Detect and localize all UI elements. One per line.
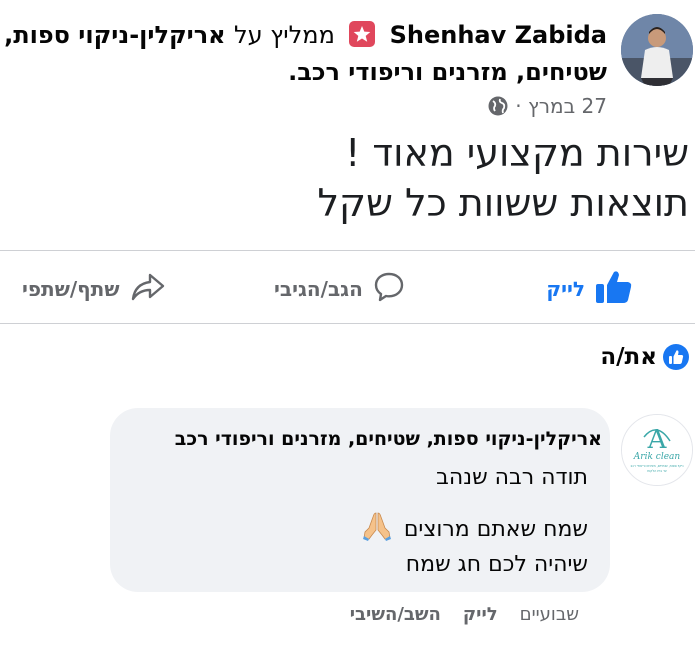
comment-time[interactable]: שבועיים [520, 598, 579, 632]
post-text-line: שירות מקצועי מאוד ! [345, 131, 689, 175]
logo-name: Arik clean [633, 452, 681, 462]
globe-icon [487, 95, 509, 124]
like-reaction-icon [663, 344, 689, 370]
recommend-star-icon [349, 21, 376, 47]
comment-reply-button[interactable]: השב/השיבי [350, 598, 441, 632]
like-label: לייק [546, 277, 585, 301]
page-name-link[interactable]: אריקלין-ניקוי ספות, [4, 21, 226, 49]
post-text-line: תוצאות ששוות כל שקל [317, 181, 689, 225]
post-header-line: Shenhav Zabida ממליץ על אריקלין-ניקוי ספ… [4, 18, 607, 52]
comment-like-button[interactable]: לייק [463, 598, 498, 632]
meta-separator: · [515, 94, 522, 118]
logo-tagline: ניקוי ספות, שטיחים, מזרנים וריפודי רכב [630, 464, 683, 468]
page-avatar[interactable]: A Arik clean ניקוי ספות, שטיחים, מזרנים … [621, 414, 693, 486]
comment-text-line: שמח שאתם מרוצים [361, 510, 588, 552]
comment-actions: שבועיים לייק השב/השיבי [350, 598, 579, 632]
reactors-label: את/ה [600, 344, 657, 370]
comment-icon [373, 271, 405, 308]
share-label: שתף/שתפי [22, 277, 120, 301]
post-meta: 27 במרץ · [483, 92, 607, 124]
recommends-text: ממליץ על [234, 21, 335, 49]
comment-text-line: תודה רבה שנהב [436, 465, 588, 490]
author-name[interactable]: Shenhav Zabida [390, 21, 607, 49]
like-button[interactable]: לייק [546, 266, 633, 312]
comment-label: הגב/הגיבי [274, 277, 363, 301]
folded-hands-icon [361, 510, 393, 552]
comment-author[interactable]: אריקלין-ניקוי ספות, שטיחים, מזרנים וריפו… [175, 424, 602, 454]
post-body: שירות מקצועי מאוד ! תוצאות ששוות כל שקל [317, 128, 689, 228]
share-arrow-icon [130, 272, 166, 307]
divider [0, 323, 695, 324]
author-avatar[interactable] [621, 14, 693, 86]
reactions-summary[interactable]: את/ה [600, 344, 689, 370]
thumbs-up-icon [595, 270, 633, 309]
share-button[interactable]: שתף/שתפי [22, 266, 166, 312]
logo-tagline: עד בית הלקוח [647, 469, 667, 473]
comment-text-line: שיהיה לכם חג שמח [405, 552, 588, 577]
comment-button[interactable]: הגב/הגיבי [274, 266, 405, 312]
divider [0, 250, 695, 251]
avatar-photo [621, 14, 693, 86]
arik-clean-logo: A Arik clean ניקוי ספות, שטיחים, מזרנים … [622, 415, 692, 485]
comment-text: שמח שאתם מרוצים [403, 517, 588, 542]
page-name-link-continued[interactable]: שטיחים, מזרנים וריפודי רכב. [7, 55, 607, 89]
post-date[interactable]: 27 במרץ [528, 94, 607, 118]
